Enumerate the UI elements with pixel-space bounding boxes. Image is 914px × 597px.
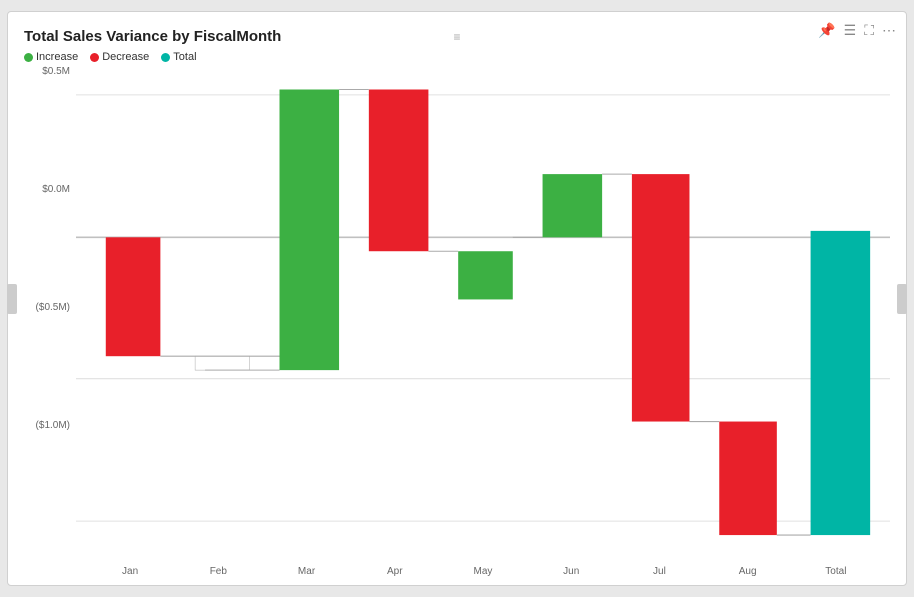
x-label-jan: Jan	[86, 566, 174, 577]
legend-dot-total	[161, 53, 170, 62]
legend-item-total: Total	[161, 51, 196, 63]
y-label-05: $0.5M	[24, 67, 76, 77]
legend-dot-increase	[24, 53, 33, 62]
chart-card: ≡ 📌 ☰ ⛶ ⋯ Total Sales Variance by Fiscal…	[7, 11, 907, 586]
y-label-00: $0.0M	[24, 185, 76, 195]
plot-area: Jan Feb Mar Apr May Jun Jul Aug Total	[76, 67, 890, 577]
legend-item-increase: Increase	[24, 51, 78, 63]
resize-left-handle[interactable]	[7, 284, 17, 314]
filter-icon[interactable]: ☰	[844, 22, 857, 39]
x-label-mar: Mar	[262, 566, 350, 577]
y-axis: $0.5M $0.0M ($0.5M) ($1.0M) x	[24, 67, 76, 577]
x-label-jun: Jun	[527, 566, 615, 577]
bar-total[interactable]	[811, 231, 871, 535]
x-label-feb: Feb	[174, 566, 262, 577]
chart-area: $0.5M $0.0M ($0.5M) ($1.0M) x	[24, 67, 890, 577]
legend-dot-decrease	[90, 53, 99, 62]
x-label-apr: Apr	[351, 566, 439, 577]
chart-svg	[76, 67, 890, 549]
more-icon[interactable]: ⋯	[882, 22, 896, 39]
pin-icon[interactable]: 📌	[818, 22, 835, 39]
legend-label-increase: Increase	[36, 51, 78, 63]
resize-right-handle[interactable]	[897, 284, 907, 314]
bar-may[interactable]	[458, 251, 513, 299]
expand-icon[interactable]: ⛶	[864, 22, 874, 39]
legend-item-decrease: Decrease	[90, 51, 149, 63]
legend-label-total: Total	[173, 51, 196, 63]
bar-mar[interactable]	[280, 89, 340, 370]
legend: Increase Decrease Total	[24, 51, 890, 63]
drag-handle[interactable]: ≡	[453, 30, 460, 44]
bar-jul[interactable]	[632, 174, 690, 421]
y-label-n05: ($0.5M)	[24, 303, 76, 313]
x-label-total: Total	[792, 566, 880, 577]
bar-jun[interactable]	[543, 174, 603, 237]
x-label-may: May	[439, 566, 527, 577]
bar-aug[interactable]	[719, 422, 777, 536]
bar-apr[interactable]	[369, 89, 429, 251]
x-labels: Jan Feb Mar Apr May Jun Jul Aug Total	[76, 566, 890, 577]
x-label-jul: Jul	[615, 566, 703, 577]
legend-label-decrease: Decrease	[102, 51, 149, 63]
chart-inner: $0.5M $0.0M ($0.5M) ($1.0M) x	[24, 67, 890, 577]
y-label-n10: ($1.0M)	[24, 421, 76, 431]
toolbar: 📌 ☰ ⛶ ⋯	[818, 22, 896, 39]
x-label-aug: Aug	[704, 566, 792, 577]
bar-jan[interactable]	[106, 237, 161, 356]
